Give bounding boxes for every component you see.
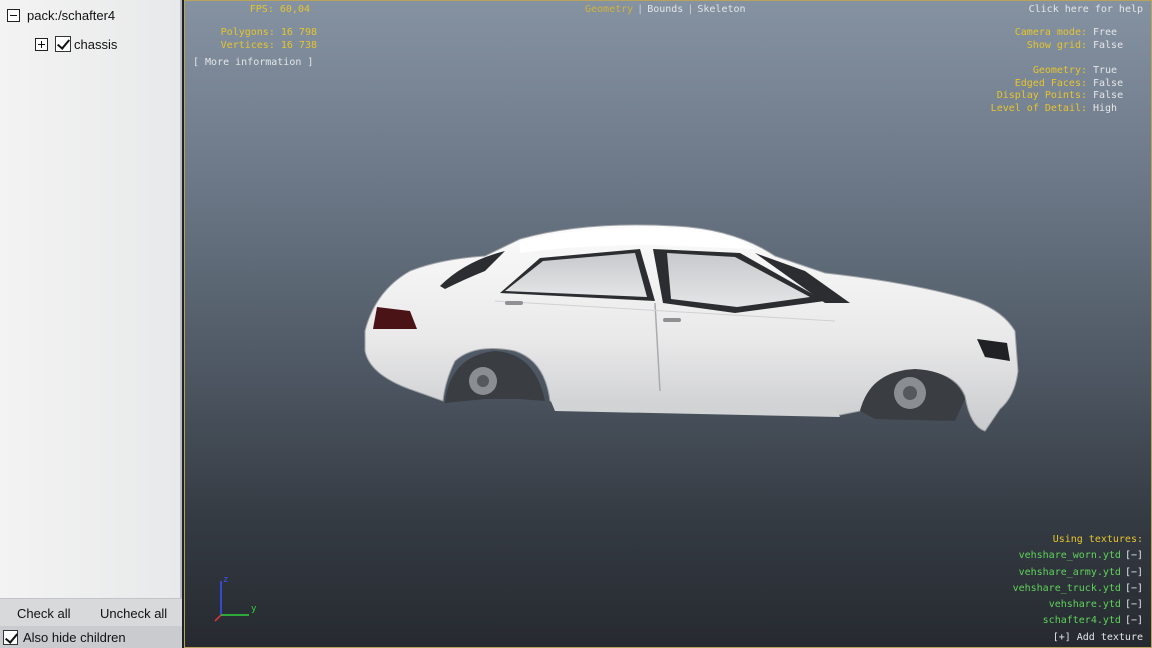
add-texture-link[interactable]: [+] Add texture xyxy=(1013,630,1143,646)
uncheck-all-button[interactable]: Uncheck all xyxy=(100,603,167,625)
setting-display-points[interactable]: Display Points: False xyxy=(991,90,1135,103)
expand-icon[interactable] xyxy=(35,37,48,51)
setting-show-grid[interactable]: Show grid: False xyxy=(1015,40,1135,53)
setting-level-of-detail[interactable]: Level of Detail: High xyxy=(991,103,1135,116)
axis-y-label: y xyxy=(251,604,257,614)
view-mode-tabs: Geometry | Bounds | Skeleton xyxy=(585,4,746,15)
tree-node-root-label[interactable]: pack:/schafter4 xyxy=(27,8,115,23)
setting-geometry[interactable]: Geometry: True xyxy=(991,65,1135,78)
fps-readout: FPS: 60,04 xyxy=(249,4,310,15)
texture-item: vehshare_truck.ytd [−] xyxy=(1013,581,1143,597)
tab-geometry[interactable]: Geometry xyxy=(585,4,633,15)
remove-texture-button[interactable]: [−] xyxy=(1125,581,1143,597)
tab-bounds[interactable]: Bounds xyxy=(647,4,683,15)
3d-viewport[interactable]: FPS: 60,04 Polygons: 16 798 Vertices: 16… xyxy=(184,0,1152,648)
texture-item: vehshare_army.ytd [−] xyxy=(1013,565,1143,581)
tab-skeleton[interactable]: Skeleton xyxy=(697,4,745,15)
textures-title: Using textures: xyxy=(1052,534,1143,545)
model-tree-panel: pack:/schafter4 chassis Check all Unchec… xyxy=(0,0,182,648)
tree-node-chassis-label[interactable]: chassis xyxy=(74,37,117,52)
fps-value: 60,04 xyxy=(279,4,310,15)
also-hide-children-checkbox[interactable] xyxy=(3,629,18,645)
chassis-visibility-checkbox[interactable] xyxy=(55,36,71,52)
more-information-link[interactable]: [ More information ] xyxy=(193,57,313,70)
vertices-value: 16 738 xyxy=(280,39,317,51)
remove-texture-button[interactable]: [−] xyxy=(1125,565,1143,581)
check-all-button[interactable]: Check all xyxy=(17,603,70,625)
axis-gizmo: z y xyxy=(214,575,257,622)
axis-z-label: z xyxy=(223,575,228,585)
remove-texture-button[interactable]: [−] xyxy=(1125,548,1143,564)
tree-actions-bar: Check all Uncheck all Also hide children xyxy=(0,598,182,648)
textures-panel: Using textures: vehshare_worn.ytd [−] veh… xyxy=(1013,532,1143,646)
tree-node-root[interactable]: pack:/schafter4 xyxy=(7,5,115,25)
remove-texture-button[interactable]: [−] xyxy=(1125,597,1143,613)
help-link[interactable]: Click here for help xyxy=(1029,4,1143,17)
texture-item: vehshare_worn.ytd [−] xyxy=(1013,548,1143,564)
also-hide-children-label[interactable]: Also hide children xyxy=(23,630,126,645)
remove-texture-button[interactable]: [−] xyxy=(1125,613,1143,629)
texture-item: schafter4.ytd [−] xyxy=(1013,613,1143,629)
collapse-icon[interactable] xyxy=(7,8,20,22)
polygons-value: 16 798 xyxy=(280,27,317,38)
setting-camera-mode[interactable]: Camera mode: Free xyxy=(1015,27,1135,40)
render-settings: Geometry: True Edged Faces: False Display … xyxy=(991,65,1135,115)
vehicle-model-render xyxy=(364,224,1019,432)
setting-edged-faces[interactable]: Edged Faces: False xyxy=(991,78,1135,91)
texture-item: vehshare.ytd [−] xyxy=(1013,597,1143,613)
tree-node-chassis[interactable]: chassis xyxy=(35,34,117,54)
also-hide-children-option[interactable]: Also hide children xyxy=(0,626,182,648)
camera-settings: Camera mode: Free Show grid: False xyxy=(1015,27,1135,52)
mesh-stats: Polygons: 16 798 Vertices: 16 738 xyxy=(220,27,317,51)
